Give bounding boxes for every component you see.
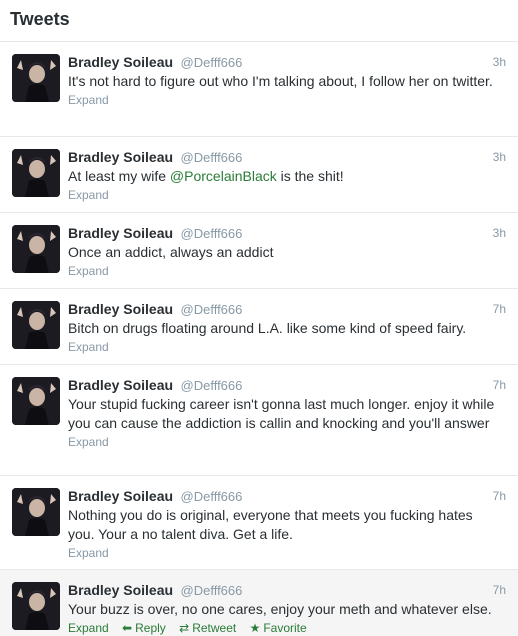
- tweet-text: At least my wife @PorcelainBlack is the …: [68, 167, 506, 186]
- expand-link[interactable]: Expand: [68, 546, 109, 560]
- tweet-item[interactable]: Bradley Soileau @Defff666 3h At least my…: [0, 137, 518, 213]
- tweet-header: Bradley Soileau @Defff666 7h: [68, 375, 506, 395]
- page-title: Tweets: [10, 9, 70, 29]
- avatar-image: [12, 488, 60, 536]
- tweet-timestamp[interactable]: 3h: [493, 52, 506, 72]
- reply-label: Reply: [135, 621, 166, 635]
- author-name[interactable]: Bradley Soileau: [68, 149, 173, 165]
- tweet-item[interactable]: Bradley Soileau @Defff666 7h Nothing you…: [0, 476, 518, 570]
- author-handle[interactable]: @Defff666: [181, 55, 243, 70]
- tweet-list: Bradley Soileau @Defff666 3h It's not ha…: [0, 42, 518, 636]
- avatar[interactable]: [12, 54, 60, 102]
- tweet-item[interactable]: Bradley Soileau @Defff666 7h Your stupid…: [0, 365, 518, 476]
- tweet-actions: Expand ⬅ Reply ⇄ Retweet ★ Favorite: [68, 620, 506, 636]
- avatar-image: [12, 582, 60, 630]
- reply-arrow-icon: ⬅: [122, 621, 133, 635]
- tweet-actions: Expand: [68, 187, 506, 204]
- tweet-timestamp[interactable]: 7h: [493, 375, 506, 395]
- avatar-image: [12, 301, 60, 349]
- tweet-actions: Expand: [68, 434, 506, 451]
- avatar[interactable]: [12, 301, 60, 349]
- author-handle[interactable]: @Defff666: [181, 583, 243, 598]
- author-name[interactable]: Bradley Soileau: [68, 225, 173, 241]
- tweet-timestamp[interactable]: 7h: [493, 299, 506, 319]
- tweet-text: Once an addict, always an addict: [68, 244, 274, 260]
- tweet-text: Your buzz is over, no one cares, enjoy y…: [68, 601, 492, 617]
- tweet-text: Nothing you do is original, everyone tha…: [68, 507, 473, 542]
- expand-link[interactable]: Expand: [68, 188, 109, 202]
- tweet-actions: Expand: [68, 263, 506, 280]
- tweet-item[interactable]: Bradley Soileau @Defff666 3h It's not ha…: [0, 42, 518, 137]
- tweet-text: Your stupid fucking career isn't gonna l…: [68, 396, 495, 431]
- tweet-header: Bradley Soileau @Defff666 7h: [68, 580, 506, 600]
- avatar[interactable]: [12, 582, 60, 630]
- tweet-actions: Expand: [68, 545, 506, 562]
- author-name[interactable]: Bradley Soileau: [68, 488, 173, 504]
- retweet-button[interactable]: ⇄ Retweet: [179, 620, 236, 636]
- avatar-image: [12, 377, 60, 425]
- avatar-image: [12, 225, 60, 273]
- avatar[interactable]: [12, 225, 60, 273]
- star-icon: ★: [249, 621, 261, 635]
- favorite-button[interactable]: ★ Favorite: [250, 620, 307, 636]
- tweet-header: Bradley Soileau @Defff666 7h: [68, 299, 506, 319]
- tweet-header: Bradley Soileau @Defff666 7h: [68, 486, 506, 506]
- author-name[interactable]: Bradley Soileau: [68, 301, 173, 317]
- author-name[interactable]: Bradley Soileau: [68, 54, 173, 70]
- author-handle[interactable]: @Defff666: [181, 150, 243, 165]
- tweet-header: Bradley Soileau @Defff666 3h: [68, 147, 506, 167]
- expand-link[interactable]: Expand: [68, 435, 109, 449]
- tweet-item[interactable]: Bradley Soileau @Defff666 7h Bitch on dr…: [0, 289, 518, 365]
- avatar[interactable]: [12, 488, 60, 536]
- avatar[interactable]: [12, 149, 60, 197]
- reply-button[interactable]: ⬅ Reply: [122, 620, 166, 636]
- tweet-text-before: At least my wife: [68, 168, 170, 184]
- avatar-image: [12, 149, 60, 197]
- tweet-timestamp[interactable]: 3h: [493, 147, 506, 167]
- expand-link[interactable]: Expand: [68, 264, 109, 278]
- tweet-text: It's not hard to figure out who I'm talk…: [68, 73, 493, 89]
- mention-link[interactable]: @PorcelainBlack: [170, 168, 277, 184]
- tweet-actions: Expand: [68, 92, 506, 109]
- expand-link[interactable]: Expand: [68, 340, 109, 354]
- author-handle[interactable]: @Defff666: [181, 302, 243, 317]
- expand-link[interactable]: Expand: [68, 93, 109, 107]
- tweet-item[interactable]: Bradley Soileau @Defff666 7h Your buzz i…: [0, 570, 518, 636]
- tweet-timestamp[interactable]: 3h: [493, 223, 506, 243]
- timeline-header: Tweets: [0, 0, 518, 42]
- author-handle[interactable]: @Defff666: [181, 489, 243, 504]
- expand-link[interactable]: Expand: [68, 621, 109, 635]
- tweet-timestamp[interactable]: 7h: [493, 486, 506, 506]
- avatar-image: [12, 54, 60, 102]
- tweet-actions: Expand: [68, 339, 506, 356]
- tweet-header: Bradley Soileau @Defff666 3h: [68, 223, 506, 243]
- author-name[interactable]: Bradley Soileau: [68, 377, 173, 393]
- tweet-header: Bradley Soileau @Defff666 3h: [68, 52, 506, 72]
- tweet-item[interactable]: Bradley Soileau @Defff666 3h Once an add…: [0, 213, 518, 289]
- avatar[interactable]: [12, 377, 60, 425]
- tweet-text-after: is the shit!: [276, 168, 344, 184]
- author-handle[interactable]: @Defff666: [181, 378, 243, 393]
- tweet-timestamp[interactable]: 7h: [493, 580, 506, 600]
- retweet-icon: ⇄: [179, 621, 190, 635]
- tweet-text: Bitch on drugs floating around L.A. like…: [68, 320, 467, 336]
- author-handle[interactable]: @Defff666: [181, 226, 243, 241]
- retweet-label: Retweet: [192, 621, 237, 635]
- author-name[interactable]: Bradley Soileau: [68, 582, 173, 598]
- favorite-label: Favorite: [263, 621, 307, 635]
